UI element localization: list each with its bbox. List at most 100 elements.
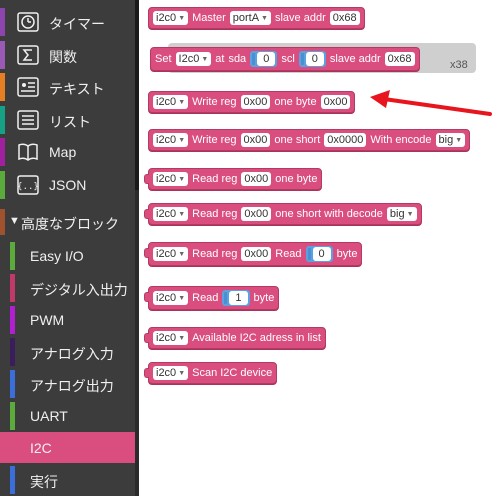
i2c-port-dropdown[interactable]: i2c0 ▼ [153, 11, 189, 25]
block-text: Write reg [192, 134, 237, 146]
value-field[interactable]: 0x00 [320, 95, 351, 109]
subcategory-uart[interactable]: UART [0, 402, 135, 430]
subcategory-pwm[interactable]: PWM [0, 306, 135, 334]
block-text: scl [281, 53, 295, 65]
i2c-scan-device-block[interactable]: i2c0 ▼ Scan I2C device [144, 362, 278, 384]
subcategory-i2c[interactable]: I2C [0, 432, 135, 463]
i2c-port-dropdown[interactable]: i2c0 ▼ [153, 95, 189, 109]
value-field[interactable]: 0x0000 [324, 133, 367, 147]
dropdown-arrow-icon: ▼ [178, 294, 186, 302]
category-list[interactable]: リスト [0, 106, 135, 134]
i2c-port-dropdown[interactable]: i2c0 ▼ [153, 172, 189, 186]
block-text: sda [228, 53, 247, 65]
block-text: Set [155, 53, 172, 65]
i2c-port-dropdown[interactable]: i2c0 ▼ [153, 291, 189, 305]
category-label: デジタル入出力 [30, 282, 128, 298]
subcategory-analog-out[interactable]: アナログ出力 [0, 370, 135, 398]
slave-addr-field[interactable]: 0x68 [329, 11, 360, 25]
category-color-strip [10, 370, 15, 398]
i2c-read-short-block[interactable]: i2c0 ▼ Read reg 0x00 one short with decod… [144, 203, 422, 225]
dropdown-arrow-icon: ▼ [178, 210, 186, 218]
i2c-port-dropdown[interactable]: I2c0 ▼ [175, 52, 212, 66]
dropdown-value: big [389, 208, 405, 220]
dropdown-value: i2c0 [156, 173, 177, 185]
i2c-read-byte-block[interactable]: i2c0 ▼ Read reg 0x00 one byte [144, 168, 323, 190]
i2c-port-dropdown[interactable]: i2c0 ▼ [153, 133, 189, 147]
category-color-strip [0, 171, 5, 199]
dropdown-value: i2c0 [156, 134, 177, 146]
category-color-strip [10, 274, 15, 302]
i2c-read-block[interactable]: i2c0 ▼ Read 1 byte [144, 286, 280, 310]
category-color-strip [10, 402, 15, 430]
block-text: Read [275, 248, 302, 260]
dropdown-value: I2c0 [178, 53, 200, 65]
collapse-triangle-icon: ▼ [9, 215, 20, 227]
output-connector [144, 292, 149, 302]
byte-count-input[interactable]: 1 [222, 290, 250, 306]
category-text[interactable]: テキスト [0, 73, 135, 101]
block-text: one short with decode [275, 208, 383, 220]
i2c-write-short-block[interactable]: i2c0 ▼ Write reg 0x00 one short 0x0000 Wi… [148, 129, 471, 151]
category-label: テキスト [49, 81, 105, 97]
i2c-write-byte-block[interactable]: i2c0 ▼ Write reg 0x00 one byte 0x00 [148, 91, 356, 113]
register-field[interactable]: 0x00 [241, 172, 272, 186]
svg-text:{..}: {..} [17, 182, 39, 192]
i2c-master-block[interactable]: i2c0 ▼ Master portA ▼ slave addr 0x68 [148, 7, 365, 29]
category-functions[interactable]: 関数 [0, 41, 135, 69]
register-field[interactable]: 0x00 [240, 95, 271, 109]
encode-dropdown[interactable]: big ▼ [435, 133, 466, 147]
number-value: 1 [229, 291, 248, 305]
i2c-port-dropdown[interactable]: i2c0 ▼ [153, 331, 189, 345]
category-color-strip [10, 466, 15, 494]
dropdown-value: i2c0 [156, 248, 177, 260]
i2c-port-dropdown[interactable]: i2c0 ▼ [153, 207, 189, 221]
subcategory-analog-in[interactable]: アナログ入力 [0, 338, 135, 366]
dropdown-arrow-icon: ▼ [178, 175, 186, 183]
category-label: 関数 [49, 49, 77, 65]
block-text: one byte [274, 96, 317, 108]
timer-icon [17, 12, 39, 32]
toolbox-sidebar: タイマー 関数 テキスト リスト Map {..} JSON ▼ 高度なブロック… [0, 0, 135, 496]
dropdown-value: i2c0 [156, 292, 177, 304]
subcategory-digital-io[interactable]: デジタル入出力 [0, 274, 135, 302]
category-json[interactable]: {..} JSON [0, 171, 135, 199]
block-text: at [215, 53, 225, 65]
block-text: Scan I2C device [192, 367, 273, 379]
dropdown-arrow-icon: ▼ [178, 136, 186, 144]
port-dropdown[interactable]: portA ▼ [229, 11, 271, 25]
block-text: With encode [370, 134, 432, 146]
advanced-blocks-header[interactable]: ▼ 高度なブロック [0, 209, 135, 235]
sigma-icon [17, 45, 39, 65]
slave-addr-field[interactable]: 0x68 [384, 52, 415, 66]
category-label: JSON [49, 177, 87, 193]
block-text: Master [192, 12, 226, 24]
category-color-strip [0, 8, 5, 36]
block-text: one byte [275, 173, 318, 185]
byte-count-input[interactable]: 0 [305, 246, 333, 262]
category-label: Map [49, 144, 77, 160]
i2c-set-block[interactable]: Set I2c0 ▼ at sda 0 scl 0 slave addr 0x68 [150, 47, 420, 71]
decode-dropdown[interactable]: big ▼ [386, 207, 417, 221]
dropdown-arrow-icon: ▼ [178, 369, 186, 377]
category-color-strip [10, 338, 15, 366]
register-field[interactable]: 0x00 [241, 247, 272, 261]
register-field[interactable]: 0x00 [240, 133, 271, 147]
subcategory-easy-io[interactable]: Easy I/O [0, 242, 135, 270]
scl-number-input[interactable]: 0 [298, 51, 326, 67]
subcategory-execute[interactable]: 実行 [0, 466, 135, 494]
dropdown-value: i2c0 [156, 332, 177, 344]
sda-number-input[interactable]: 0 [250, 51, 278, 67]
i2c-port-dropdown[interactable]: i2c0 ▼ [153, 366, 189, 380]
category-color-strip [0, 73, 5, 101]
block-text: one short [274, 134, 321, 146]
category-map[interactable]: Map [0, 138, 135, 166]
output-connector [144, 368, 149, 378]
category-timer[interactable]: タイマー [0, 8, 135, 36]
category-label: 実行 [30, 474, 58, 490]
dropdown-arrow-icon: ▼ [406, 210, 414, 218]
output-connector [144, 174, 149, 184]
i2c-port-dropdown[interactable]: i2c0 ▼ [153, 247, 189, 261]
i2c-read-bytes-block[interactable]: i2c0 ▼ Read reg 0x00 Read 0 byte [144, 242, 363, 266]
register-field[interactable]: 0x00 [241, 207, 272, 221]
i2c-available-list-block[interactable]: i2c0 ▼ Available I2C adress in list [144, 327, 326, 349]
